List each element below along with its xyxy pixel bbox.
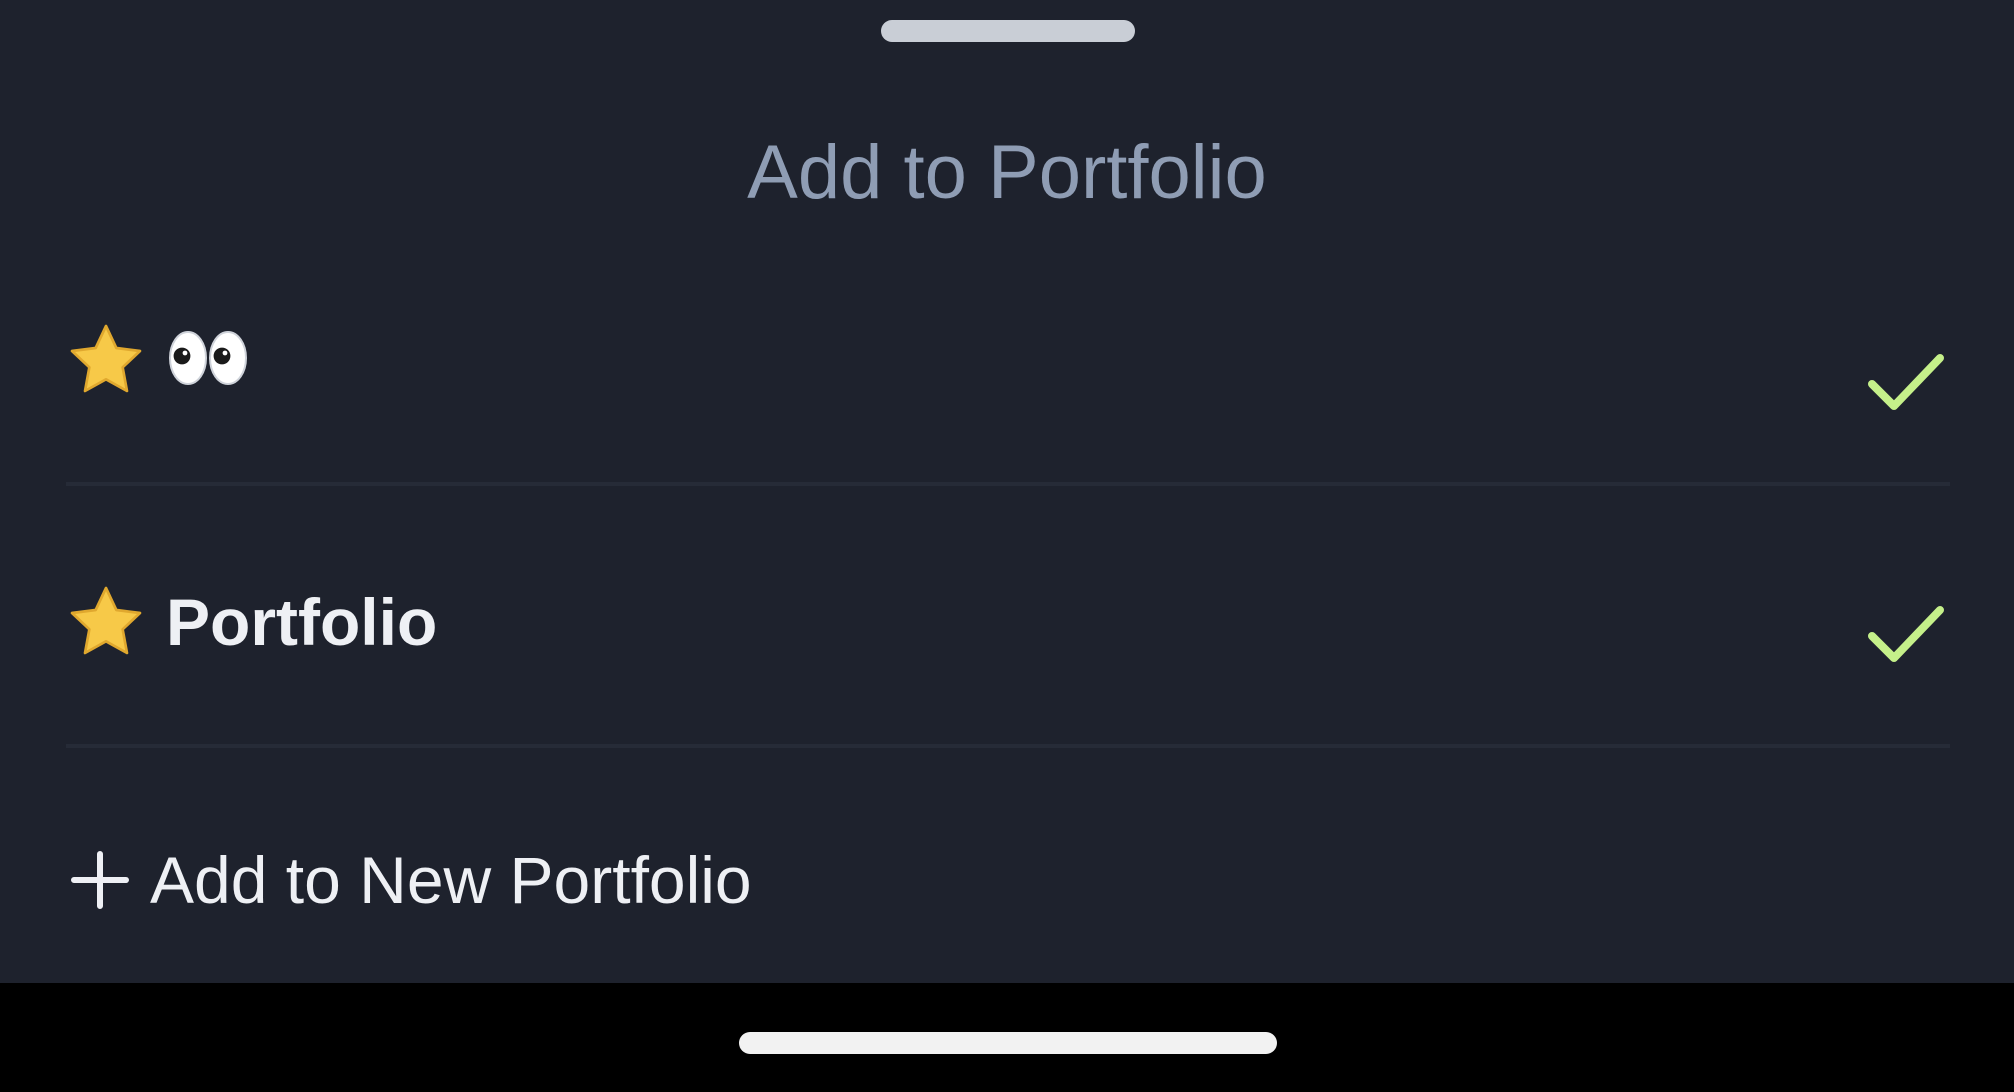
star-icon — [70, 586, 142, 655]
star-icon — [70, 324, 142, 393]
checkmark-icon — [1868, 606, 1944, 662]
portfolio-sheet: Add to Portfolio Portfolio Add to New Po… — [0, 0, 2014, 983]
portfolio-row-watchlist[interactable] — [66, 240, 1950, 480]
divider — [66, 482, 1950, 486]
portfolio-row-portfolio[interactable]: Portfolio — [66, 502, 1950, 742]
portfolio-name: Portfolio — [166, 585, 438, 659]
drag-handle[interactable] — [881, 20, 1135, 42]
plus-icon — [71, 851, 129, 909]
sheet-title: Add to Portfolio — [747, 130, 1267, 215]
checkmark-icon — [1868, 354, 1944, 410]
divider — [66, 744, 1950, 748]
add-new-portfolio-button[interactable]: Add to New Portfolio — [70, 830, 752, 930]
home-indicator — [739, 1032, 1277, 1054]
add-new-portfolio-label: Add to New Portfolio — [150, 843, 752, 917]
eyes-emoji-icon — [169, 331, 247, 385]
